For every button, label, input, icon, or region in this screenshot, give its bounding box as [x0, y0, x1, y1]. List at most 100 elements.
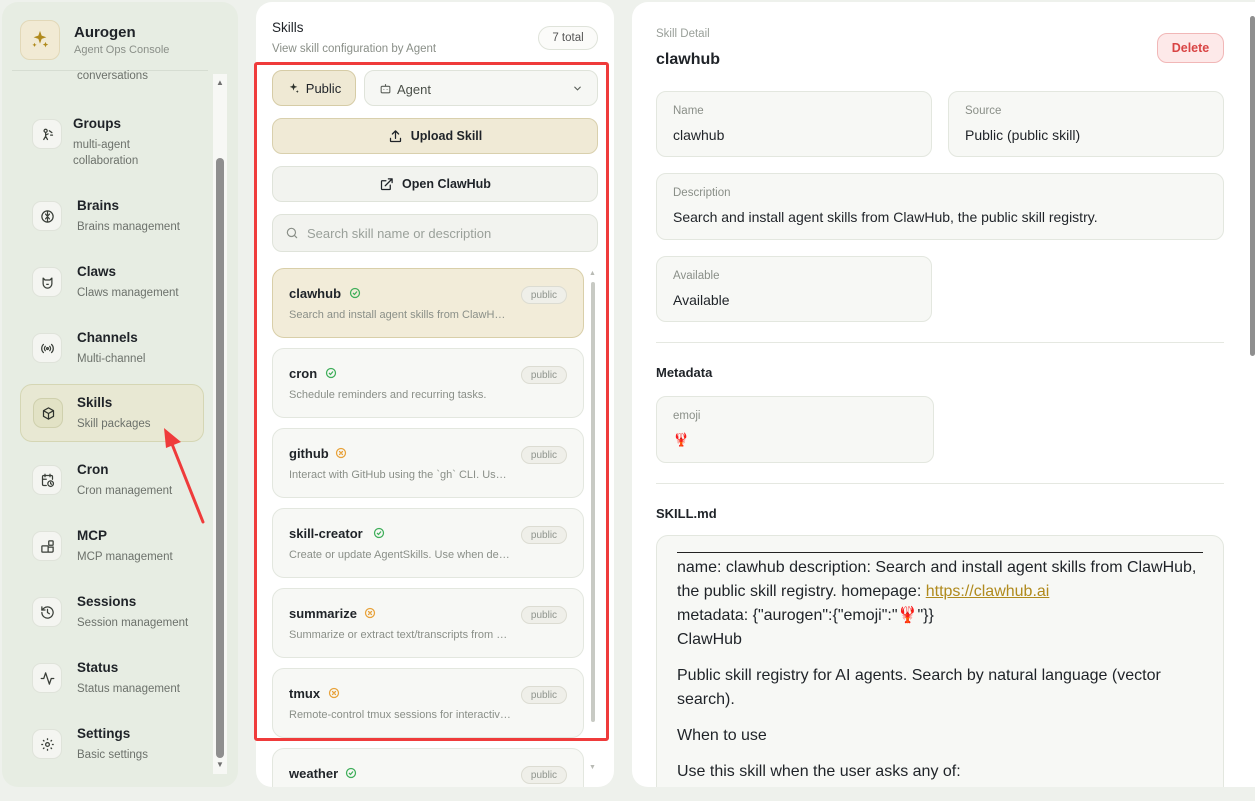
skill-card-clawhub[interactable]: clawhub Search and install agent skills … — [272, 268, 584, 338]
skill-name: summarize — [289, 606, 357, 621]
sidebar-item-subtitle: Multi-channel — [77, 353, 146, 365]
skill-name: skill-creator — [289, 526, 363, 541]
skill-badge: public — [521, 686, 567, 704]
open-clawhub-button[interactable]: Open ClawHub — [272, 166, 598, 202]
x-circle-icon — [335, 447, 347, 459]
activity-icon — [32, 663, 62, 693]
external-link-icon — [380, 177, 393, 190]
md-subheading: When to use — [677, 727, 767, 744]
field-value: 🦞 — [673, 432, 690, 447]
sidebar-item-title: Brains — [77, 198, 120, 213]
blocks-icon — [32, 531, 62, 561]
skill-badge: public — [521, 286, 567, 304]
upload-skill-label: Upload Skill — [410, 129, 483, 143]
field-value: clawhub — [673, 127, 725, 143]
skills-panel-subtitle: View skill configuration by Agent — [272, 43, 437, 55]
sidebar-item-groups[interactable]: Groups multi-agent collaboration — [20, 106, 204, 167]
skill-card-cron[interactable]: cron Schedule reminders and recurring ta… — [272, 348, 584, 418]
sparkle-logo-icon — [20, 20, 60, 60]
section-divider — [656, 342, 1224, 343]
emoji-field: emoji 🦞 — [656, 396, 934, 463]
skill-list-scrollbar[interactable]: ▲ ▼ — [588, 270, 598, 780]
brand-subtitle: Agent Ops Console — [74, 44, 170, 56]
skill-name: github — [289, 446, 329, 461]
check-circle-icon — [325, 367, 337, 379]
skills-panel: Skills View skill configuration by Agent… — [256, 2, 614, 787]
search-icon — [286, 227, 298, 239]
check-circle-icon — [373, 527, 385, 539]
field-label: Name — [673, 105, 704, 117]
calendar-clock-icon — [32, 465, 62, 495]
skill-card-github[interactable]: github Interact with GitHub using the `g… — [272, 428, 584, 498]
sidebar-item-partial-subtitle: conversations — [77, 70, 148, 82]
skill-badge: public — [521, 766, 567, 784]
homepage-link[interactable]: https://clawhub.ai — [926, 583, 1050, 600]
public-filter-label: Public — [305, 80, 342, 96]
detail-scrollbar[interactable] — [1249, 2, 1255, 787]
skill-name: tmux — [289, 686, 321, 701]
sidebar-item-status[interactable]: Status Status management — [20, 650, 204, 708]
gear-icon — [32, 729, 62, 759]
sidebar-item-channels[interactable]: Channels Multi-channel — [20, 320, 204, 378]
skill-card-skill-creator[interactable]: skill-creator Create or update AgentSkil… — [272, 508, 584, 578]
field-label: emoji — [673, 410, 701, 422]
claw-icon — [32, 267, 62, 297]
sidebar-item-title: Cron — [77, 462, 109, 477]
brain-icon — [32, 201, 62, 231]
scroll-up-arrow-icon[interactable]: ▲ — [589, 270, 596, 277]
scroll-down-arrow-icon[interactable]: ▼ — [216, 760, 224, 769]
check-circle-icon — [349, 287, 361, 299]
skill-desc: Schedule reminders and recurring tasks. — [289, 389, 487, 401]
field-value: Available — [673, 292, 730, 308]
upload-skill-button[interactable]: Upload Skill — [272, 118, 598, 154]
skill-desc: Remote-control tmux sessions for interac… — [289, 709, 511, 721]
metadata-section-title: Metadata — [656, 365, 713, 380]
agent-select[interactable]: Agent — [364, 70, 598, 106]
public-filter-button[interactable]: Public — [272, 70, 356, 106]
md-paragraph: Public skill registry for AI agents. Sea… — [677, 667, 1161, 708]
sidebar: Aurogen Agent Ops Console conversations … — [2, 2, 238, 787]
skill-name: clawhub — [289, 286, 342, 301]
delete-button[interactable]: Delete — [1157, 33, 1224, 63]
skill-search[interactable] — [272, 214, 598, 252]
description-field: Description Search and install agent ski… — [656, 173, 1224, 240]
skill-search-input[interactable] — [307, 215, 587, 251]
sidebar-item-title: Settings — [77, 726, 131, 741]
skill-desc: Interact with GitHub using the `gh` CLI.… — [289, 469, 511, 481]
brand[interactable]: Aurogen Agent Ops Console — [20, 20, 169, 60]
section-divider — [656, 483, 1224, 484]
sidebar-item-sessions[interactable]: Sessions Session management — [20, 584, 204, 642]
sidebar-item-subtitle: Skill packages — [77, 418, 151, 430]
groups-icon — [32, 119, 62, 149]
skill-card-summarize[interactable]: summarize Summarize or extract text/tran… — [272, 588, 584, 658]
available-field: Available Available — [656, 256, 932, 322]
md-paragraph: Use this skill when the user asks any of… — [677, 763, 961, 780]
annotation-arrow-icon — [164, 428, 205, 524]
sidebar-item-title: MCP — [77, 528, 107, 543]
check-circle-icon — [345, 767, 357, 779]
agent-select-value: Agent — [397, 82, 431, 97]
skill-list-scrollbar-thumb[interactable] — [591, 282, 595, 722]
md-metadata-text: metadata: {"aurogen":{"emoji":"🦞"}} — [677, 607, 934, 624]
skill-card-tmux[interactable]: tmux Remote-control tmux sessions for in… — [272, 668, 584, 738]
source-field: Source Public (public skill) — [948, 91, 1224, 157]
sidebar-item-subtitle: Status management — [77, 683, 180, 695]
chevron-down-icon — [574, 86, 581, 91]
sidebar-item-title: Channels — [77, 330, 138, 345]
sidebar-item-claws[interactable]: Claws Claws management — [20, 254, 204, 312]
x-circle-icon — [328, 687, 340, 699]
scroll-down-arrow-icon[interactable]: ▼ — [589, 764, 596, 771]
sidebar-item-settings[interactable]: Settings Basic settings — [20, 716, 204, 774]
upload-icon — [389, 129, 401, 142]
sidebar-item-title: Status — [77, 660, 119, 675]
brand-title: Aurogen — [74, 24, 136, 41]
field-value: Search and install agent skills from Cla… — [673, 209, 1098, 225]
sidebar-item-brains[interactable]: Brains Brains management — [20, 188, 204, 246]
open-clawhub-label: Open ClawHub — [402, 177, 491, 191]
skill-detail-panel: Skill Detail clawhub Delete Name clawhub… — [632, 2, 1255, 787]
skills-panel-title: Skills — [272, 20, 304, 35]
sidebar-item-subtitle: multi-agent collaboration — [73, 139, 139, 167]
scroll-up-arrow-icon[interactable]: ▲ — [216, 78, 224, 87]
detail-scrollbar-thumb[interactable] — [1250, 16, 1255, 356]
skill-card-weather[interactable]: weather public — [272, 748, 584, 787]
